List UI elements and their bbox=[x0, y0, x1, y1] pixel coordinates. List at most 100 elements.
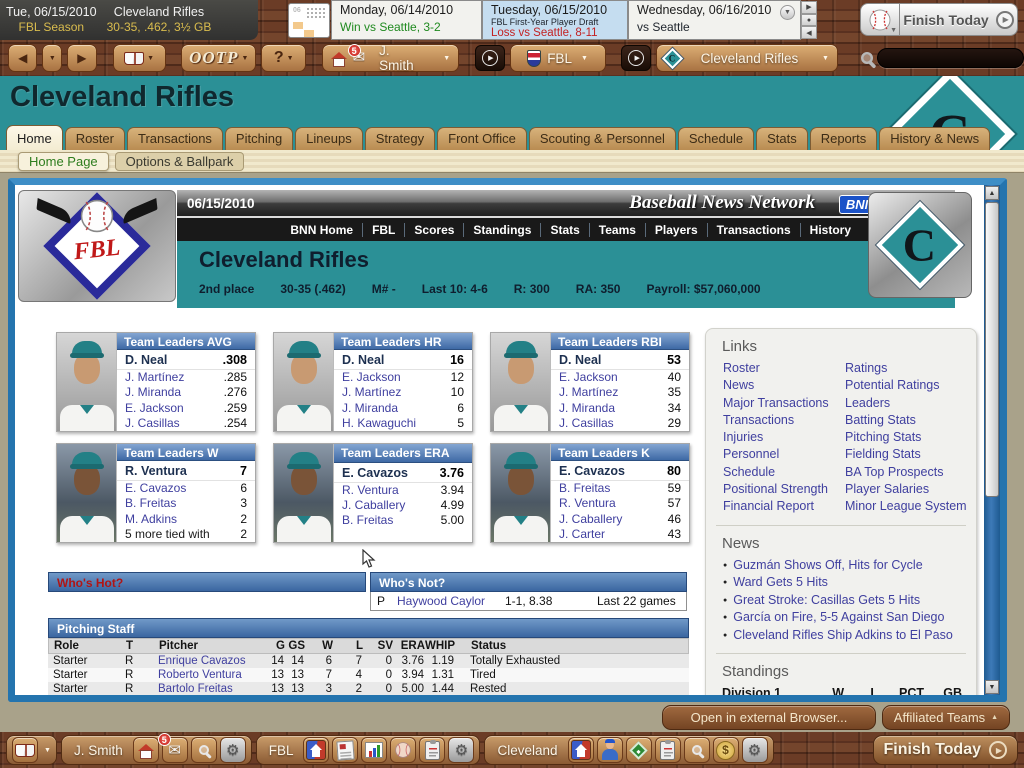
baseball-menu-button[interactable]: ▼ bbox=[860, 3, 900, 36]
league-menu-group[interactable]: FBL ▼ bbox=[510, 44, 606, 72]
help-menu-button[interactable]: ?▼ bbox=[261, 44, 306, 72]
player-link[interactable]: D. Neal bbox=[342, 353, 384, 367]
player-link[interactable]: J. Caballery bbox=[342, 498, 405, 513]
history-dropdown-button[interactable]: ▼ bbox=[42, 44, 62, 72]
news-link[interactable]: García on Fire, 5-5 Against San Diego bbox=[723, 609, 976, 627]
tab-reports[interactable]: Reports bbox=[810, 127, 878, 150]
news-link[interactable]: Ward Gets 5 Hits bbox=[723, 574, 976, 592]
affiliated-teams-button[interactable]: Affiliated Teams▲ bbox=[882, 705, 1010, 730]
bnn-nav-stats[interactable]: Stats bbox=[541, 223, 589, 237]
calendar-icon[interactable]: 06 bbox=[288, 3, 330, 38]
forward-button[interactable]: ▶ bbox=[67, 44, 96, 72]
team-home-button[interactable] bbox=[568, 737, 594, 763]
player-link[interactable]: R. Ventura bbox=[559, 496, 616, 511]
link-transactions[interactable]: Transactions bbox=[723, 412, 845, 429]
tab-pitching[interactable]: Pitching bbox=[225, 127, 293, 150]
player-link[interactable]: J. Martínez bbox=[125, 370, 184, 385]
player-link[interactable]: E. Jackson bbox=[342, 370, 401, 385]
team-field-button[interactable] bbox=[626, 737, 652, 763]
bnn-nav-fbl[interactable]: FBL bbox=[363, 223, 405, 237]
subtab-home-page[interactable]: Home Page bbox=[18, 152, 109, 171]
scroll-up-icon[interactable]: ▲ bbox=[985, 186, 999, 200]
link-major-transactions[interactable]: Major Transactions bbox=[723, 395, 845, 412]
league-reports-button[interactable] bbox=[419, 737, 445, 763]
finish-today-button[interactable]: Finish Today ▶ bbox=[900, 3, 1018, 36]
team-settings-button[interactable]: ⚙ bbox=[742, 737, 768, 763]
link-leaders[interactable]: Leaders bbox=[845, 395, 975, 412]
link-pitching-stats[interactable]: Pitching Stats bbox=[845, 429, 975, 446]
tab-front-office[interactable]: Front Office bbox=[437, 127, 527, 150]
link-positional-strength[interactable]: Positional Strength bbox=[723, 481, 845, 498]
tab-strategy[interactable]: Strategy bbox=[365, 127, 435, 150]
player-link[interactable]: E. Jackson bbox=[559, 370, 618, 385]
scrollbar-thumb[interactable] bbox=[985, 202, 999, 497]
team-reports-button[interactable] bbox=[655, 737, 681, 763]
player-link[interactable]: M. Adkins bbox=[125, 512, 177, 527]
bnn-nav-players[interactable]: Players bbox=[646, 223, 708, 237]
link-potential-ratings[interactable]: Potential Ratings bbox=[845, 377, 975, 394]
scroll-dot-icon[interactable]: ● bbox=[801, 14, 817, 27]
link-minor-league-system[interactable]: Minor League System bbox=[845, 498, 975, 515]
player-link[interactable]: J. Caballery bbox=[559, 512, 622, 527]
player-link[interactable]: B. Freitas bbox=[342, 513, 393, 528]
news-link[interactable]: Guzmán Shows Off, Hits for Cycle bbox=[723, 557, 976, 575]
league-news-button[interactable] bbox=[332, 737, 358, 763]
bnn-nav-history[interactable]: History bbox=[801, 223, 860, 237]
player-link[interactable]: J. Martínez bbox=[342, 385, 401, 400]
finish-today-button[interactable]: Finish Today ▶ bbox=[873, 735, 1018, 765]
link-news[interactable]: News bbox=[723, 377, 845, 394]
link-roster[interactable]: Roster bbox=[723, 360, 845, 377]
tab-stats[interactable]: Stats bbox=[756, 127, 808, 150]
link-player-salaries[interactable]: Player Salaries bbox=[845, 481, 975, 498]
tab-scouting-personnel[interactable]: Scouting & Personnel bbox=[529, 127, 676, 150]
scroll-down-icon[interactable]: ▼ bbox=[985, 680, 999, 694]
day-scroll-strip[interactable]: ▶ ● ◀ bbox=[801, 1, 817, 39]
player-link[interactable]: J. Casillas bbox=[559, 416, 614, 431]
scroll-left-icon[interactable]: ◀ bbox=[801, 26, 817, 39]
team-menu-group[interactable]: C Cleveland Rifles ▼ bbox=[656, 44, 838, 72]
player-link[interactable]: J. Miranda bbox=[342, 401, 398, 416]
player-link[interactable]: Roberto Ventura bbox=[158, 669, 266, 681]
player-link[interactable]: Bartolo Freitas bbox=[158, 683, 266, 695]
tab-home[interactable]: Home bbox=[6, 125, 63, 150]
search-input[interactable] bbox=[877, 48, 1024, 68]
link-batting-stats[interactable]: Batting Stats bbox=[845, 412, 975, 429]
player-link[interactable]: R. Ventura bbox=[342, 483, 399, 498]
team-play-button[interactable]: ▶ bbox=[621, 45, 650, 71]
player-link[interactable]: E. Cavazos bbox=[342, 466, 408, 480]
link-schedule[interactable]: Schedule bbox=[723, 464, 845, 481]
link-ba-top-prospects[interactable]: BA Top Prospects bbox=[845, 464, 975, 481]
link-ratings[interactable]: Ratings bbox=[845, 360, 975, 377]
player-link[interactable]: Haywood Caylor bbox=[397, 594, 505, 608]
league-home-button[interactable] bbox=[303, 737, 329, 763]
search-button[interactable] bbox=[191, 737, 217, 763]
tab-transactions[interactable]: Transactions bbox=[127, 127, 223, 150]
player-link[interactable]: E. Cavazos bbox=[559, 464, 625, 478]
player-link[interactable]: J. Miranda bbox=[125, 385, 181, 400]
tab-history-news[interactable]: History & News bbox=[879, 127, 990, 150]
team-finances-button[interactable]: $ bbox=[713, 737, 739, 763]
link-fielding-stats[interactable]: Fielding Stats bbox=[845, 446, 975, 463]
player-link[interactable]: Enrique Cavazos bbox=[158, 655, 266, 667]
tab-lineups[interactable]: Lineups bbox=[295, 127, 363, 150]
link-financial-report[interactable]: Financial Report bbox=[723, 498, 845, 515]
bnn-nav-teams[interactable]: Teams bbox=[590, 223, 646, 237]
player-link[interactable]: J. Carter bbox=[559, 527, 605, 542]
bnn-nav-home[interactable]: BNN Home bbox=[281, 223, 363, 237]
league-scores-button[interactable] bbox=[390, 737, 416, 763]
player-link[interactable]: E. Jackson bbox=[125, 401, 184, 416]
player-link[interactable]: B. Freitas bbox=[559, 481, 610, 496]
tab-roster[interactable]: Roster bbox=[65, 127, 125, 150]
vertical-scrollbar[interactable]: ▲ ▼ bbox=[984, 185, 1000, 695]
bnn-nav-scores[interactable]: Scores bbox=[405, 223, 464, 237]
player-link[interactable]: R. Ventura bbox=[125, 464, 187, 478]
back-button[interactable]: ◀ bbox=[8, 44, 37, 72]
scroll-right-icon[interactable]: ▶ bbox=[801, 1, 817, 14]
player-link[interactable]: B. Freitas bbox=[125, 496, 176, 511]
player-link[interactable]: J. Miranda bbox=[559, 401, 615, 416]
mail-button[interactable]: ✉ 5 bbox=[353, 49, 366, 67]
mail-button[interactable]: ✉5 bbox=[162, 737, 188, 763]
bnn-nav-standings[interactable]: Standings bbox=[464, 223, 541, 237]
news-link[interactable]: Great Stroke: Casillas Gets 5 Hits bbox=[723, 592, 976, 610]
league-play-button[interactable]: ▶ bbox=[475, 45, 504, 71]
